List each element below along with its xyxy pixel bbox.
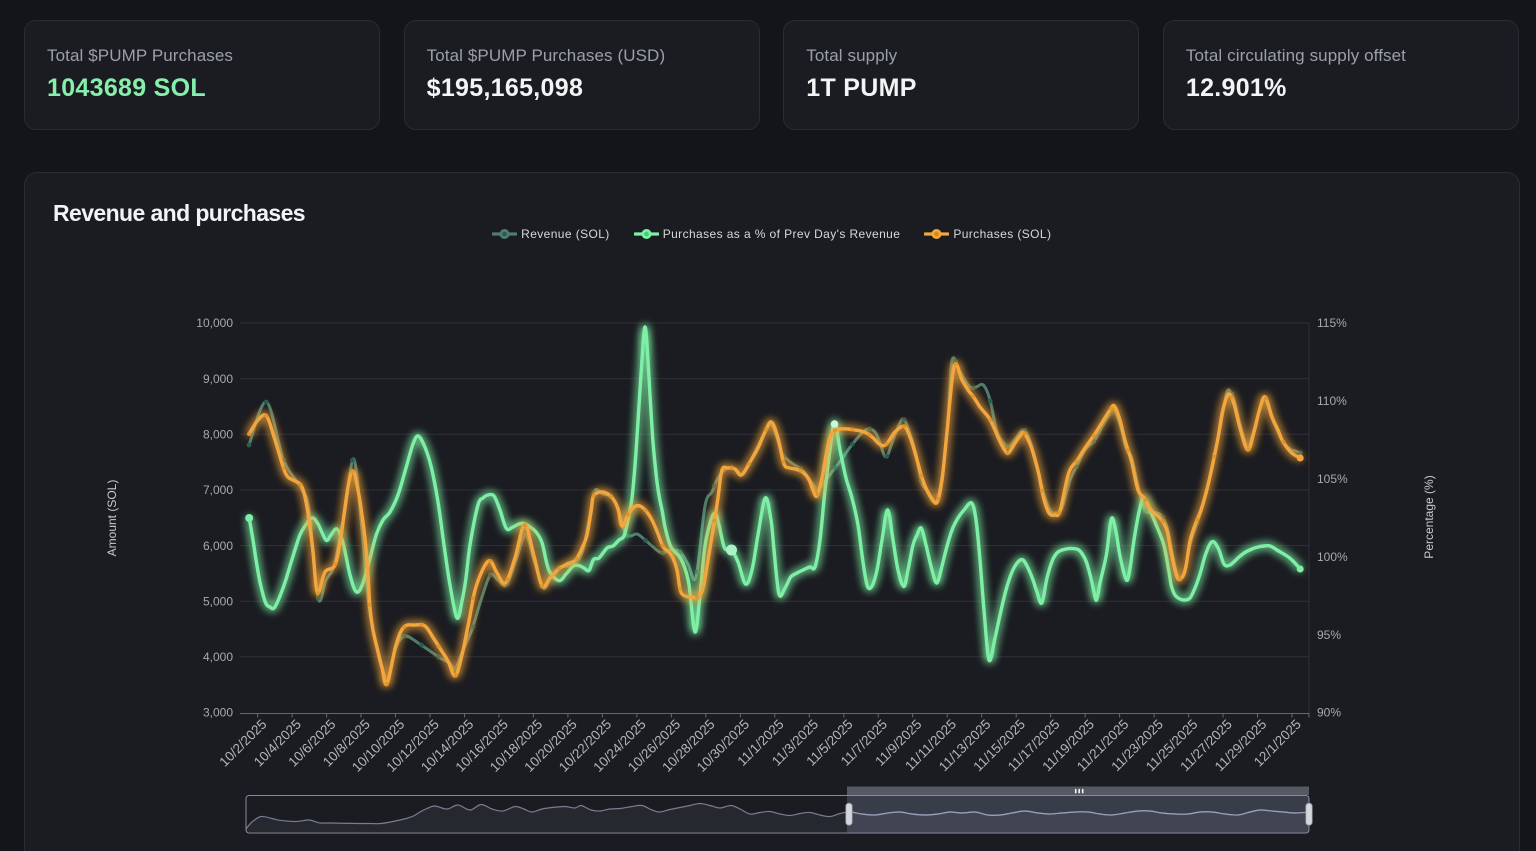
svg-text:110%: 110%: [1317, 394, 1347, 408]
svg-text:10,000: 10,000: [196, 316, 233, 330]
svg-text:7,000: 7,000: [203, 483, 233, 497]
svg-text:105%: 105%: [1317, 472, 1348, 486]
svg-text:9,000: 9,000: [203, 372, 233, 386]
svg-text:5,000: 5,000: [203, 594, 233, 608]
svg-text:3,000: 3,000: [203, 706, 233, 720]
svg-text:8,000: 8,000: [203, 428, 233, 442]
svg-text:115%: 115%: [1317, 316, 1347, 330]
svg-text:Percentage (%): Percentage (%): [1422, 475, 1436, 558]
svg-text:4,000: 4,000: [203, 650, 233, 664]
svg-text:90%: 90%: [1317, 706, 1341, 720]
svg-text:100%: 100%: [1317, 550, 1348, 564]
svg-text:Amount (SOL): Amount (SOL): [105, 480, 119, 557]
svg-text:95%: 95%: [1317, 628, 1341, 642]
svg-text:6,000: 6,000: [203, 539, 233, 553]
